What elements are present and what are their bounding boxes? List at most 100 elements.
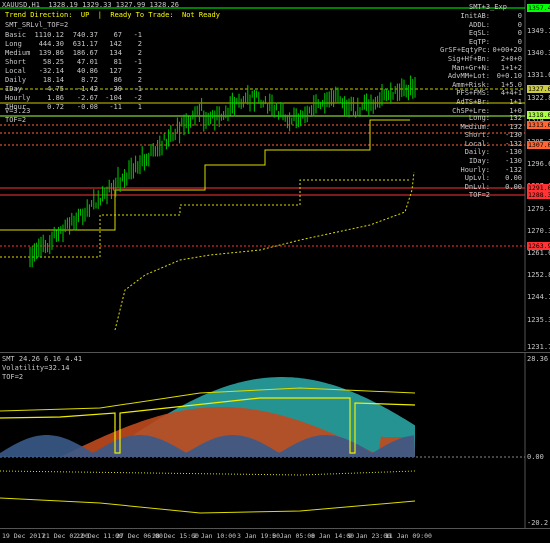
indicator-volatility: Volatility=32.14 — [2, 364, 69, 372]
ind-axis-zero: 0.00 — [527, 453, 544, 461]
setting-label: PFS+FMS: — [440, 89, 490, 97]
price-tick: 1279.10 — [527, 205, 550, 213]
smt-srl-label: SMT_SRLvl_TOF=2 — [5, 21, 68, 29]
level-value: -132 — [492, 166, 522, 174]
price-tick: 1340.35 — [527, 49, 550, 57]
stats-c: -30 — [104, 85, 122, 93]
stats-name: IDay — [5, 85, 22, 93]
stats-c: -104 — [104, 94, 122, 102]
setting-label: Man+Gr+N: — [440, 64, 490, 72]
indicator-canvas[interactable] — [0, 353, 550, 529]
price-label: 1313.60 — [527, 121, 550, 129]
time-tick: 2 Jan 10:00 — [193, 532, 236, 540]
stats-b: -1.42 — [68, 85, 98, 93]
level-label: Short: — [440, 131, 490, 139]
stats-b: 40.86 — [68, 67, 98, 75]
stats-name: Medium — [5, 49, 30, 57]
price-label: 1327.65 — [527, 85, 550, 93]
price-label: 1318.00 — [527, 111, 550, 119]
stats-d: -1 — [126, 58, 142, 66]
price-tick: 1244.10 — [527, 293, 550, 301]
level-label: Long: — [440, 114, 490, 122]
symbol-ohlc-label: XAUUSD,H1 1328.19 1329.33 1327.99 1328.2… — [2, 1, 179, 9]
price-label: 1307.00 — [527, 141, 550, 149]
stop-level-line — [0, 180, 410, 257]
level-value: -130 — [492, 131, 522, 139]
stats-b: 8.72 — [68, 76, 98, 84]
setting-label: AdvMM+Lot: — [440, 72, 490, 80]
trend-direction-label: Trend Direction: UP | Ready To Trade: No… — [5, 11, 220, 19]
level-label: IDay: — [440, 157, 490, 165]
indicator-tof: TOF=2 — [2, 373, 23, 381]
stats-a: 4.75 — [34, 85, 64, 93]
stats-name: Long — [5, 40, 22, 48]
stats-d: 2 — [126, 40, 142, 48]
level-value: 0.00 — [492, 174, 522, 182]
level-value: 0.00 — [492, 183, 522, 191]
level-label: UpLvl: — [440, 174, 490, 182]
time-axis[interactable]: 19 Dec 2017 21 Dec 02:00 22 Dec 11:00 27 De… — [0, 528, 550, 543]
setting-value: 2+0+0 — [492, 55, 522, 63]
stats-d: -1 — [126, 85, 142, 93]
setting-label: EqTP: — [440, 38, 490, 46]
level-label: Hourly: — [440, 166, 490, 174]
lower-band — [0, 498, 415, 513]
stats-b: 47.01 — [68, 58, 98, 66]
stats-c: 142 — [104, 40, 122, 48]
stats-c: 81 — [104, 58, 122, 66]
indicator-pane[interactable]: SMT 24.26 6.16 4.41 Volatility=32.14 TOF… — [0, 352, 550, 529]
level-value: 132 — [492, 123, 522, 131]
stats-d: 2 — [126, 67, 142, 75]
setting-label: ADDL: — [440, 21, 490, 29]
price-tick-bottom: 1231.70 — [527, 343, 550, 351]
setting-label: Amm+Risk: — [440, 81, 490, 89]
stats-a: 444.30 — [34, 40, 64, 48]
stop-level-line — [0, 120, 410, 230]
price-tick: 1261.60 — [527, 249, 550, 257]
time-tick: 19 Dec 2017 — [2, 532, 45, 540]
stats-a: 1110.12 — [34, 31, 64, 39]
ind-axis-bottom: -20.2 — [527, 519, 548, 527]
stats-a: 0.72 — [34, 103, 64, 111]
stats-name: Short — [5, 58, 26, 66]
price-tick: 1235.35 — [527, 316, 550, 324]
stats-d: 2 — [126, 76, 142, 84]
setting-label: GrSF+EqtyPc: — [440, 46, 490, 54]
stats-name: Local — [5, 67, 26, 75]
setting-label: Sig+Hf+Bn: — [440, 55, 490, 63]
price-label: 1357.40 — [527, 4, 550, 12]
price-tick: 1270.35 — [527, 227, 550, 235]
stats-b: 186.67 — [68, 49, 98, 57]
stats-c: -11 — [104, 103, 122, 111]
level-label: Local: — [440, 140, 490, 148]
v-label: V=3.23 — [5, 107, 30, 115]
price-tick: 1331.60 — [527, 71, 550, 79]
setting-value: 1+1+2 — [492, 64, 522, 72]
price-tick: 1349.10 — [527, 27, 550, 35]
setting-value: 1+1 — [492, 98, 522, 106]
setting-label: AdTS+Br: — [440, 98, 490, 106]
price-tick: 1252.85 — [527, 271, 550, 279]
stats-b: 631.17 — [68, 40, 98, 48]
stats-b: -0.08 — [68, 103, 98, 111]
price-tick: 1322.85 — [527, 94, 550, 102]
level-label: TOF=2 — [440, 191, 490, 199]
setting-value: 0 — [492, 38, 522, 46]
stats-a: 1.86 — [34, 94, 64, 102]
level-label: Medium: — [440, 123, 490, 131]
stats-c: 86 — [104, 76, 122, 84]
setting-value: 1+5.0 — [492, 81, 522, 89]
setting-value: 0 — [492, 21, 522, 29]
indicator-header: SMT 24.26 6.16 4.41 — [2, 355, 82, 363]
price-chart-pane[interactable]: XAUUSD,H1 1328.19 1329.33 1327.99 1328.2… — [0, 0, 550, 351]
tof-label: TOF=2 — [5, 116, 26, 124]
level-label: Daily: — [440, 148, 490, 156]
stats-c: 134 — [104, 49, 122, 57]
price-label: 1263.90 — [527, 242, 550, 250]
corner-expert-label: SMT+3_Exp — [469, 3, 507, 11]
stats-d: 2 — [126, 49, 142, 57]
price-label: 1288.30 — [527, 191, 550, 199]
stats-b: -2.67 — [68, 94, 98, 102]
stats-a: 139.86 — [34, 49, 64, 57]
level-value: -130 — [492, 148, 522, 156]
